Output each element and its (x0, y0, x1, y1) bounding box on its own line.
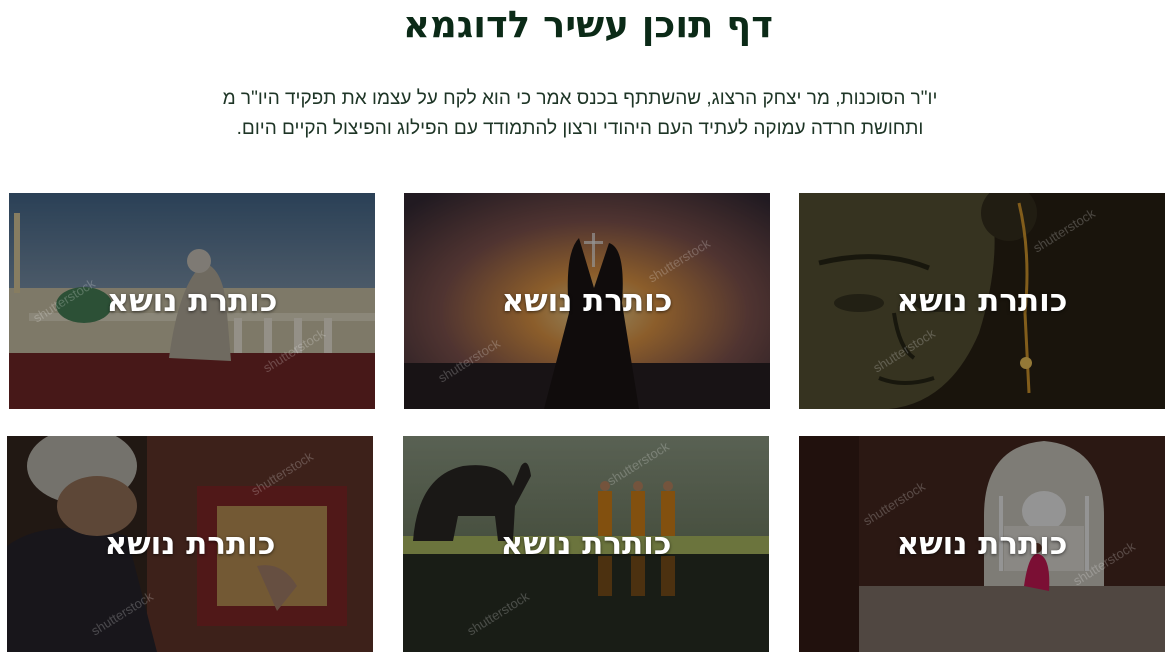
card-title: כותרת נושא (500, 526, 672, 562)
page-title: דף תוכן עשיר לדוגמא (403, 3, 773, 46)
card-title: כותרת נושא (896, 526, 1068, 562)
card-title: כותרת נושא (896, 283, 1068, 319)
intro-line: יו"ר הסוכנות, מר יצחק הרצוג, שהשתתף בכנס… (222, 88, 938, 109)
topic-card[interactable]: shutterstock shutterstock כותרת נושא (403, 436, 769, 652)
topic-card[interactable]: shutterstock shutterstock כותרת נושא (799, 193, 1165, 409)
topic-card[interactable]: shutterstock shutterstock כותרת נושא (799, 436, 1165, 652)
card-title: כותרת נושא (104, 526, 276, 562)
intro-paragraph: יו"ר הסוכנות, מר יצחק הרצוג, שהשתתף בכנס… (200, 84, 960, 144)
card-title: כותרת נושא (106, 283, 278, 319)
topic-card[interactable]: shutterstock shutterstock כותרת נושא (9, 193, 375, 409)
intro-line: ותחושת חרדה עמוקה לעתיד העם היהודי ורצון… (236, 118, 924, 139)
topic-card[interactable]: shutterstock shutterstock כותרת נושא (7, 436, 373, 652)
topic-card[interactable]: shutterstock shutterstock כותרת נושא (404, 193, 770, 409)
card-title: כותרת נושא (501, 283, 673, 319)
